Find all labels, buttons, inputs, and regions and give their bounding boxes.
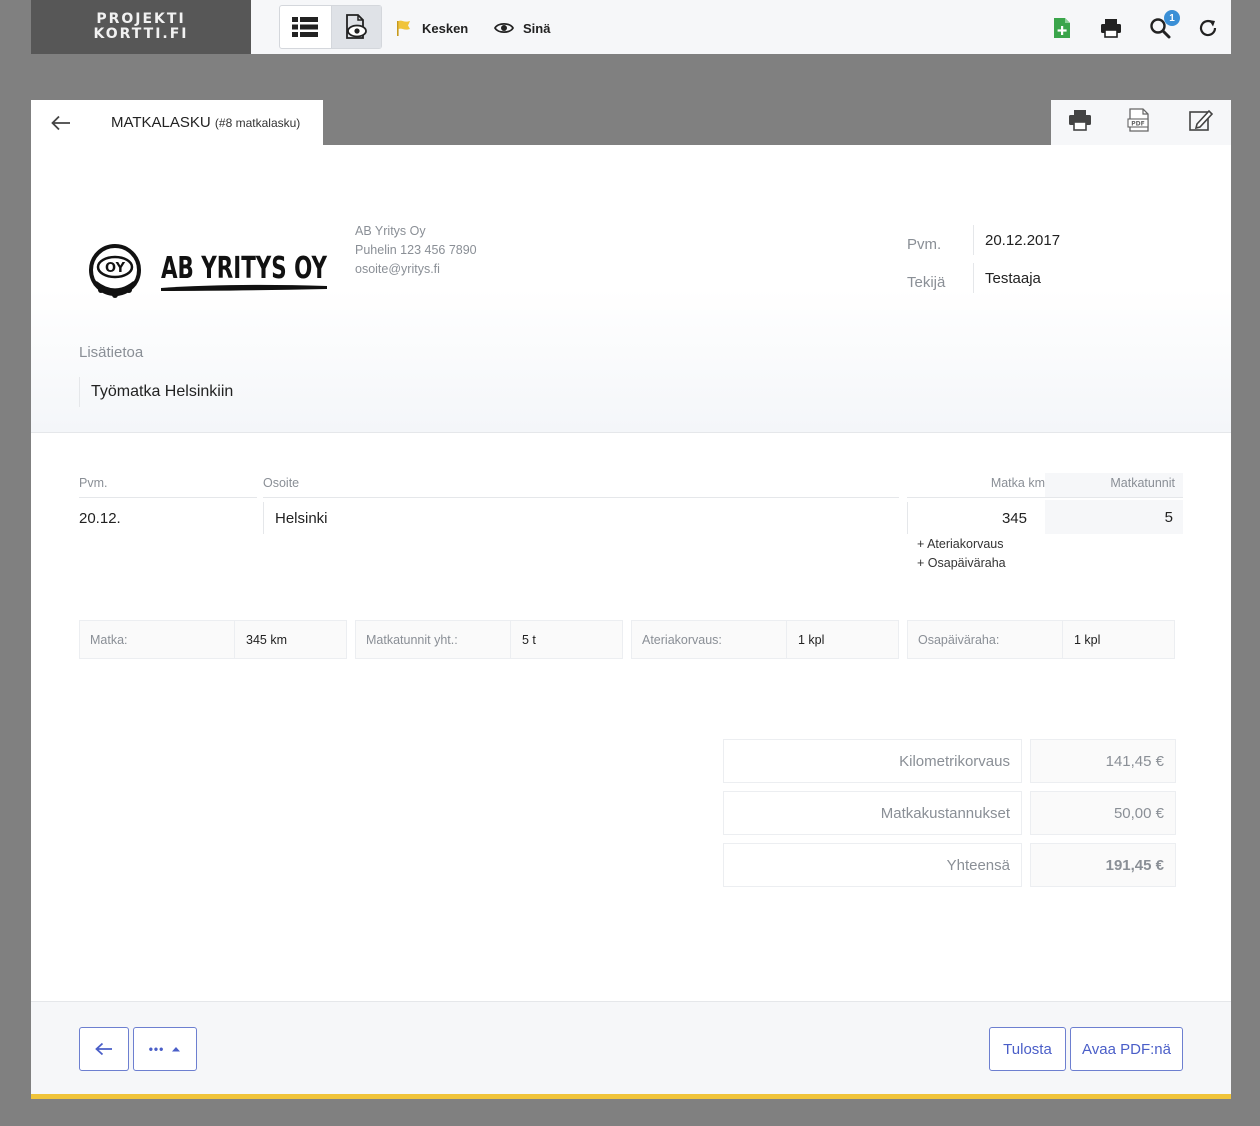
- company-info: AB Yritys Oy Puhelin 123 456 7890 osoite…: [355, 222, 477, 279]
- svg-text:PDF: PDF: [1131, 121, 1144, 128]
- date-label: Pvm.: [907, 235, 942, 253]
- document-actions: PDF: [1051, 100, 1231, 145]
- trip-row-address: Helsinki: [263, 502, 328, 534]
- company-logo-badge: OY: [105, 261, 126, 276]
- company-logo: OY AB YRITYS OY: [89, 244, 328, 298]
- total-sum-label: Yhteensä: [723, 843, 1022, 887]
- total-expenses-label: Matkakustannukset: [723, 791, 1022, 835]
- travel-invoice-card: MATKALASKU (#8 matkalasku) PDF OY AB YRI…: [31, 100, 1231, 1096]
- tab-travel-invoice[interactable]: MATKALASKU (#8 matkalasku): [31, 100, 323, 145]
- notification-badge: 1: [1164, 10, 1180, 26]
- total-mileage-value: 141,45 €: [1030, 739, 1176, 783]
- tab-title: MATKALASKU (#8 matkalasku): [111, 114, 300, 131]
- summary-meal-value: 1 kpl: [787, 621, 898, 658]
- summary-partial-allowance-label: Osapäiväraha:: [908, 621, 1063, 658]
- app-logo-line1: PROJEKTI: [96, 11, 186, 27]
- more-actions-button[interactable]: •••: [133, 1027, 197, 1071]
- summary-partial-allowance: Osapäiväraha: 1 kpl: [907, 620, 1175, 659]
- trip-row-hours: 5: [1045, 500, 1183, 534]
- trip-addon-meal: + Ateriakorvaus: [917, 537, 1004, 551]
- app-logo[interactable]: PROJEKTI KORTTI.FI: [31, 0, 251, 54]
- company-name: AB Yritys Oy: [355, 224, 426, 238]
- add-file-icon: [1054, 18, 1070, 38]
- top-bar: PROJEKTI KORTTI.FI Kesken Sinä 1: [31, 0, 1231, 54]
- document-eye-icon: [346, 14, 368, 39]
- total-row-expenses: Matkakustannukset 50,00 €: [723, 791, 1176, 835]
- summary-meal-label: Ateriakorvaus:: [632, 621, 787, 658]
- more-actions-label: •••: [148, 1042, 165, 1056]
- author-label: Tekijä: [907, 273, 946, 291]
- print-footer-button[interactable]: Tulosta: [989, 1027, 1066, 1071]
- open-pdf-button[interactable]: Avaa PDF:nä: [1070, 1027, 1183, 1071]
- visibility-label: Sinä: [523, 20, 551, 36]
- total-mileage-label: Kilometrikorvaus: [723, 739, 1022, 783]
- trip-row-km: 345: [907, 502, 1027, 534]
- col-header-date: Pvm.: [79, 476, 257, 498]
- col-header-km: Matka km: [907, 476, 1045, 498]
- caret-up-icon: [172, 1047, 181, 1052]
- flag-icon: [397, 20, 410, 36]
- status-label: Kesken: [422, 20, 469, 36]
- col-header-hours: Matkatunnit: [1045, 473, 1183, 498]
- trip-row-date: 20.12.: [79, 510, 121, 527]
- invoice-header: OY AB YRITYS OY AB Yritys Oy Puhelin 123…: [31, 145, 1231, 433]
- company-logo-text: AB YRITYS OY: [161, 251, 328, 286]
- search-button[interactable]: 1: [1146, 10, 1180, 42]
- edit-document-button[interactable]: [1188, 108, 1214, 137]
- eye-icon: [494, 22, 514, 34]
- list-view-button[interactable]: [280, 6, 331, 48]
- visibility-selector[interactable]: Sinä: [494, 18, 550, 38]
- pdf-icon: PDF: [1127, 108, 1149, 132]
- total-expenses-value: 50,00 €: [1030, 791, 1176, 835]
- list-icon: [292, 17, 319, 37]
- refresh-button[interactable]: [1194, 14, 1222, 42]
- tab-strip: MATKALASKU (#8 matkalasku) PDF: [31, 100, 1231, 145]
- extra-info-label: Lisätietoa: [79, 344, 144, 361]
- summary-meal: Ateriakorvaus: 1 kpl: [631, 620, 899, 659]
- document-view-button[interactable]: [330, 6, 381, 48]
- invoice-meta: Pvm. 20.12.2017 Tekijä Testaaja: [907, 221, 1207, 297]
- summary-hours-value: 5 t: [511, 621, 622, 658]
- total-sum-value: 191,45 €: [1030, 843, 1176, 887]
- status-selector[interactable]: Kesken: [395, 18, 468, 38]
- edit-icon: [1188, 109, 1213, 131]
- summary-distance-value: 345 km: [235, 621, 346, 658]
- add-document-button[interactable]: [1048, 14, 1076, 42]
- pdf-document-button[interactable]: PDF: [1127, 108, 1153, 137]
- printer-icon: [1069, 110, 1092, 131]
- summary-hours-label: Matkatunnit yht.:: [356, 621, 511, 658]
- summary-partial-allowance-value: 1 kpl: [1063, 621, 1174, 658]
- date-value: 20.12.2017: [973, 225, 1060, 255]
- footer-accent-bar: [31, 1094, 1231, 1099]
- total-row-mileage: Kilometrikorvaus 141,45 €: [723, 739, 1176, 783]
- tab-title-main: MATKALASKU: [111, 114, 211, 131]
- arrow-left-icon: [95, 1042, 112, 1056]
- print-button[interactable]: [1097, 14, 1125, 42]
- printer-icon: [1101, 19, 1121, 38]
- refresh-icon: [1199, 19, 1217, 37]
- tab-title-sub: (#8 matkalasku): [214, 116, 301, 130]
- total-row-sum: Yhteensä 191,45 €: [723, 843, 1176, 887]
- view-toggle: [279, 5, 382, 49]
- app-logo-line2: KORTTI.FI: [93, 26, 189, 42]
- extra-info-value: Työmatka Helsinkiin: [79, 377, 233, 407]
- summary-distance: Matka: 345 km: [79, 620, 347, 659]
- summary-hours: Matkatunnit yht.: 5 t: [355, 620, 623, 659]
- print-document-button[interactable]: [1068, 109, 1092, 136]
- footer-actions: ••• Tulosta Avaa PDF:nä: [31, 1001, 1231, 1096]
- company-email: osoite@yritys.fi: [355, 262, 440, 276]
- col-header-address: Osoite: [263, 476, 899, 498]
- arrow-left-icon: [51, 115, 70, 130]
- back-button[interactable]: [31, 100, 91, 145]
- company-phone: Puhelin 123 456 7890: [355, 243, 477, 257]
- footer-back-button[interactable]: [79, 1027, 129, 1071]
- author-value: Testaaja: [973, 263, 1041, 293]
- trip-addon-partial-allowance: + Osapäiväraha: [917, 556, 1006, 570]
- summary-distance-label: Matka:: [80, 621, 235, 658]
